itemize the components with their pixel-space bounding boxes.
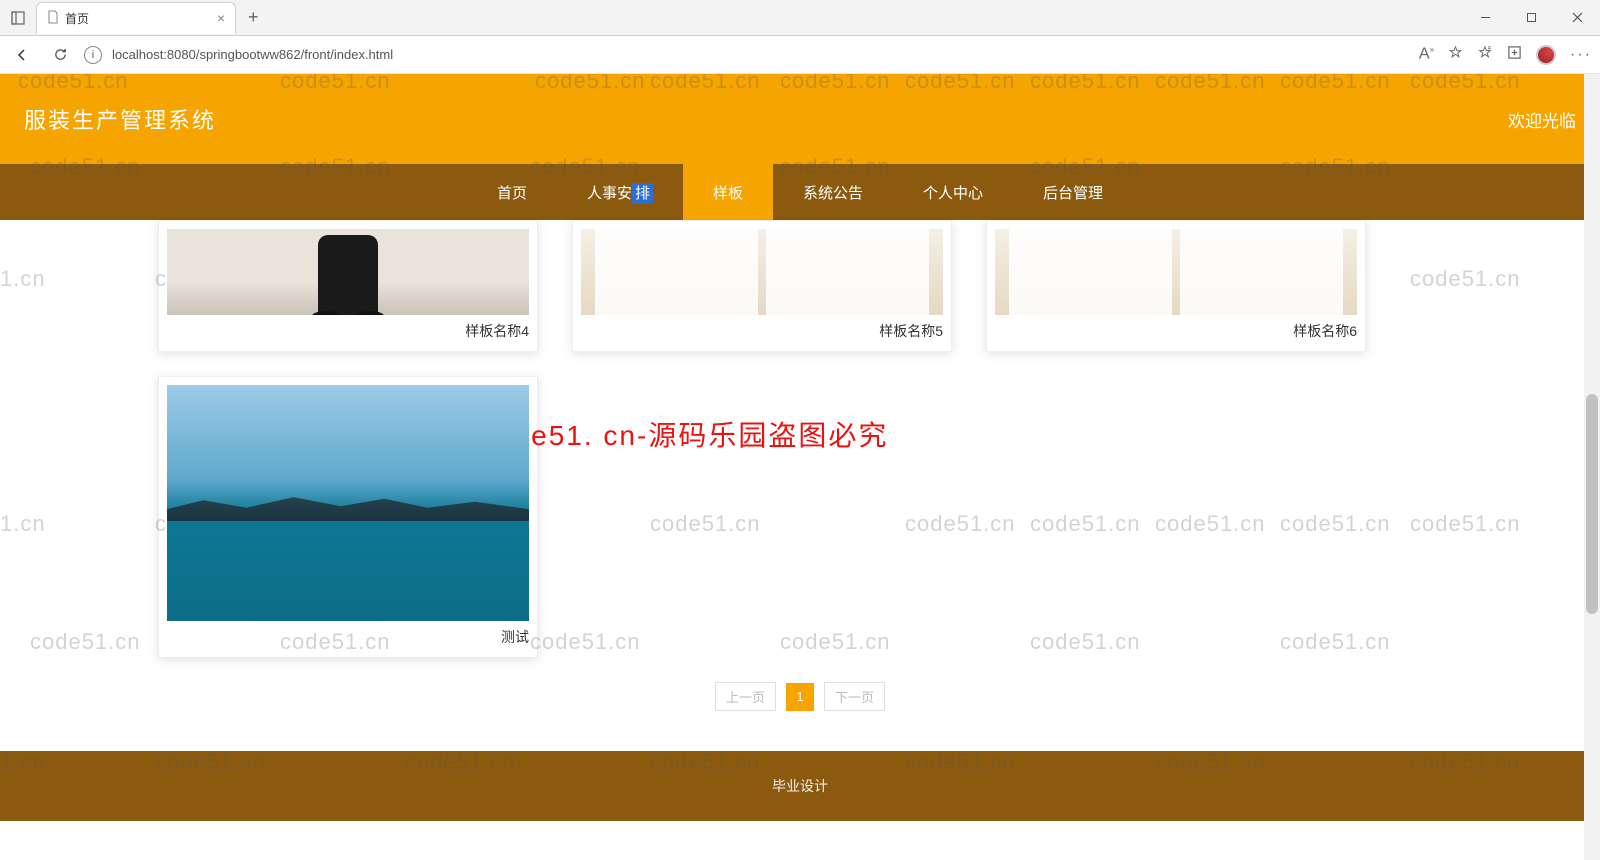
tabs-overview-icon[interactable]	[0, 0, 36, 36]
scrollbar[interactable]	[1584, 74, 1600, 860]
browser-addressbar: i localhost:8080/springbootww862/front/i…	[0, 36, 1600, 74]
favorites-icon[interactable]	[1477, 45, 1493, 65]
card-label: 测试	[167, 627, 529, 647]
site-title: 服装生产管理系统	[24, 103, 216, 135]
nav-label: 人事安排	[587, 182, 653, 203]
card-image	[167, 229, 529, 315]
content-area: 样板名称4 样板名称5 样板名称6 测试 上一页 1 下一页	[0, 220, 1600, 751]
card-image	[995, 229, 1357, 315]
card-label: 样板名称4	[167, 321, 529, 341]
site-footer: 毕业设计	[0, 751, 1600, 821]
nav-label: 样板	[713, 182, 743, 203]
prev-page-button[interactable]: 上一页	[715, 682, 776, 711]
read-aloud-icon[interactable]: A»	[1419, 45, 1434, 63]
star-icon[interactable]	[1448, 45, 1463, 65]
main-nav: 首页 人事安排 样板 系统公告 个人中心 后台管理	[0, 164, 1600, 220]
nav-home[interactable]: 首页	[467, 164, 557, 220]
menu-icon[interactable]: ···	[1570, 46, 1592, 64]
close-window-button[interactable]	[1554, 0, 1600, 36]
welcome-text: 欢迎光临	[1508, 107, 1576, 132]
nav-label: 系统公告	[803, 182, 863, 203]
template-card[interactable]: 测试	[158, 376, 538, 658]
card-row-2: 测试	[0, 376, 1600, 658]
url-text[interactable]: localhost:8080/springbootww862/front/ind…	[112, 47, 393, 62]
back-button[interactable]	[8, 41, 36, 69]
nav-label: 首页	[497, 182, 527, 203]
nav-label: 后台管理	[1043, 182, 1103, 203]
nav-template[interactable]: 样板	[683, 164, 773, 220]
new-tab-button[interactable]: +	[240, 7, 267, 28]
minimize-button[interactable]	[1462, 0, 1508, 36]
collections-icon[interactable]	[1507, 45, 1522, 65]
nav-hr[interactable]: 人事安排	[557, 164, 683, 220]
template-card[interactable]: 样板名称6	[986, 220, 1366, 352]
browser-tab[interactable]: 首页 ×	[36, 2, 236, 34]
close-icon[interactable]: ×	[217, 10, 225, 26]
nav-profile[interactable]: 个人中心	[893, 164, 1013, 220]
pagination: 上一页 1 下一页	[0, 682, 1600, 711]
footer-text: 毕业设计	[772, 776, 828, 796]
tab-title: 首页	[65, 10, 89, 27]
maximize-button[interactable]	[1508, 0, 1554, 36]
scrollbar-thumb[interactable]	[1586, 394, 1598, 614]
nav-admin[interactable]: 后台管理	[1013, 164, 1133, 220]
page-icon	[47, 10, 59, 27]
nav-label: 个人中心	[923, 182, 983, 203]
template-card[interactable]: 样板名称4	[158, 220, 538, 352]
page-number[interactable]: 1	[786, 683, 814, 711]
card-image	[581, 229, 943, 315]
window-controls	[1462, 0, 1600, 36]
next-page-button[interactable]: 下一页	[824, 682, 885, 711]
card-label: 样板名称5	[581, 321, 943, 341]
nav-announcement[interactable]: 系统公告	[773, 164, 893, 220]
card-label: 样板名称6	[995, 321, 1357, 341]
profile-avatar[interactable]	[1536, 45, 1556, 65]
card-row-1: 样板名称4 样板名称5 样板名称6	[0, 220, 1600, 352]
card-image	[167, 385, 529, 621]
site-header: 服装生产管理系统 欢迎光临	[0, 74, 1600, 164]
template-card[interactable]: 样板名称5	[572, 220, 952, 352]
refresh-button[interactable]	[46, 41, 74, 69]
page-viewport: code51.cn code51.cn code51.cn code51.cn …	[0, 74, 1600, 860]
browser-titlebar: 首页 × +	[0, 0, 1600, 36]
site-info-icon[interactable]: i	[84, 46, 102, 64]
